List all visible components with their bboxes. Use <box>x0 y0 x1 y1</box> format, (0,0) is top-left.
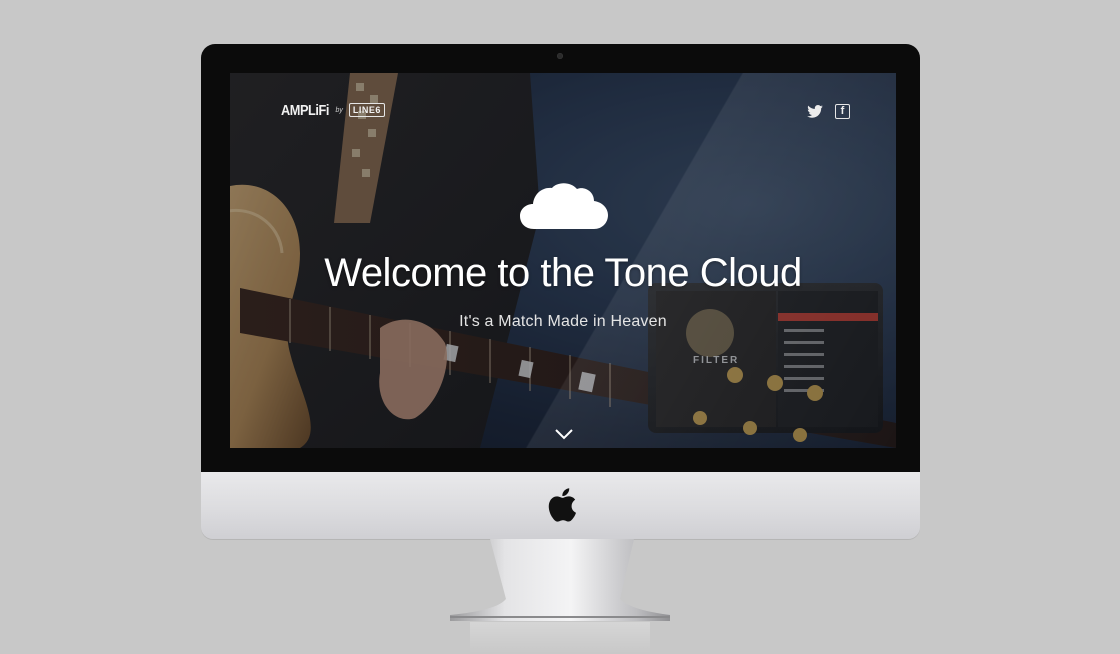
stand-reflection <box>470 622 650 654</box>
chevron-down-icon[interactable] <box>554 428 574 440</box>
brand-logo[interactable]: AMPLiFi by LINE6 <box>281 100 385 120</box>
monitor-stand <box>450 539 670 621</box>
stage: FILTER AMPLiFi by LINE6 f Welcome to the… <box>0 0 1120 654</box>
twitter-icon[interactable] <box>807 104 823 118</box>
facebook-icon[interactable]: f <box>835 104 850 119</box>
hero-subtitle: It's a Match Made in Heaven <box>459 313 667 330</box>
camera-icon <box>557 53 563 59</box>
apple-logo-icon <box>548 488 576 522</box>
cloud-icon <box>520 183 608 229</box>
brand-name: AMPLiFi <box>281 101 330 119</box>
hero-title: Welcome to the Tone Cloud <box>324 251 802 295</box>
website-screen: FILTER AMPLiFi by LINE6 f Welcome to the… <box>230 73 896 448</box>
brand-by: by <box>335 106 343 114</box>
facebook-glyph: f <box>840 105 845 117</box>
partner-logo: LINE6 <box>348 103 385 117</box>
